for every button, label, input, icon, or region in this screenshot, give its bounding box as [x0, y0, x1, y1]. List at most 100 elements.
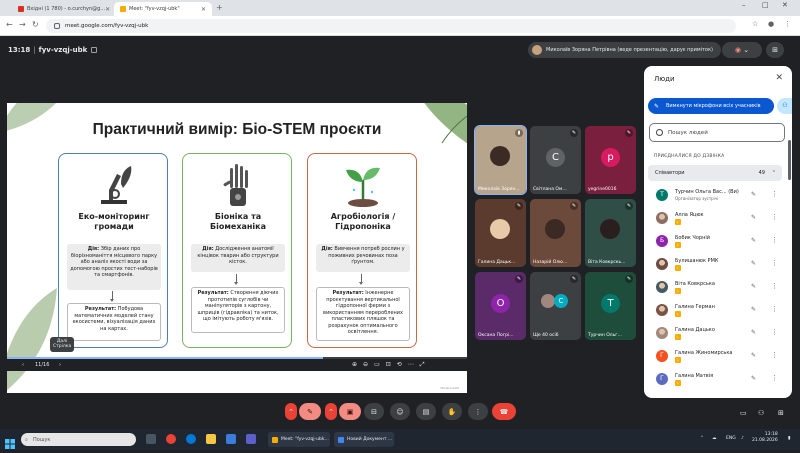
bookmark-star-icon[interactable]: ☆ — [752, 20, 758, 28]
language-indicator[interactable]: ENG — [726, 436, 736, 441]
list-item[interactable]: T Турчин Ольга Вас... (Ви) Організатор зус… — [644, 184, 792, 207]
mic-off-icon[interactable]: ✎ — [751, 237, 756, 244]
activities-icon[interactable]: ⊞ — [778, 409, 784, 417]
menu-kebab-icon[interactable]: ⋮ — [784, 20, 791, 28]
mic-off-icon[interactable]: ✎ — [751, 329, 756, 336]
profile-icon[interactable]: ● — [768, 20, 774, 28]
people-scrollbar[interactable] — [788, 140, 791, 180]
notifications-icon[interactable]: ▮ — [788, 436, 790, 441]
next-slide-button[interactable]: › — [59, 362, 61, 368]
file-explorer-icon[interactable] — [206, 434, 216, 444]
reload-icon[interactable]: ↻ — [32, 20, 39, 29]
minimize-button[interactable]: – — [742, 1, 746, 9]
camera-options-button[interactable]: ⌃ — [325, 403, 337, 420]
list-item[interactable]: Г Галина Жиномирська ✋ ✎ ⋮ — [644, 345, 792, 368]
url-field[interactable]: meet.google.com/fyv-vzqj-ubk — [46, 19, 736, 33]
emoji-button[interactable]: ☺ — [390, 403, 410, 420]
raise-hand-button[interactable]: ✋ — [442, 403, 462, 420]
prev-slide-button[interactable]: ‹ — [22, 362, 24, 368]
mute-all-button[interactable]: ✎ Вимкнути мікрофони всіх учасників — [648, 98, 774, 114]
people-icon[interactable]: ⚇ — [758, 409, 764, 417]
mic-toggle-button[interactable]: ✎ — [299, 403, 321, 420]
store-icon[interactable] — [226, 434, 236, 444]
leave-call-button[interactable]: ☎ — [492, 403, 516, 420]
more-vert-icon[interactable]: ⋮ — [771, 351, 778, 359]
list-item[interactable]: Б Бобик Чорній ✋ ✎ ⋮ — [644, 230, 792, 253]
taskbar-task-document[interactable]: Новий Документ ... — [334, 432, 394, 447]
participant-tile[interactable]: ✎ Назарій Олю... — [530, 199, 581, 267]
list-item[interactable]: Булишанюк РМК ✋ ✎ ⋮ — [644, 253, 792, 276]
participant-tile[interactable]: ▮ Миколаїв Зорян... — [474, 125, 527, 195]
more-vert-icon[interactable]: ⋮ — [771, 259, 778, 267]
tab-gmail[interactable]: Вхідні (1 780) - o.curchyn@g... ✕ — [12, 2, 112, 16]
forward-icon[interactable]: → — [19, 20, 26, 29]
edge-icon[interactable] — [186, 434, 196, 444]
maximize-button[interactable]: □ — [762, 1, 769, 9]
mic-off-icon[interactable]: ✎ — [751, 260, 756, 267]
more-vert-icon[interactable]: ⋮ — [771, 374, 778, 382]
back-icon[interactable]: ← — [6, 20, 13, 29]
zoom-out-icon[interactable]: ⊖ — [363, 361, 374, 368]
taskbar-clock[interactable]: 13:18 21.08.2026 — [752, 432, 778, 444]
list-item[interactable]: Галина Дацько ✋ ✎ ⋮ — [644, 322, 792, 345]
list-item[interactable]: Віта Ковкрська ✋ ✎ ⋮ — [644, 276, 792, 299]
mic-off-icon[interactable]: ✎ — [751, 214, 756, 221]
chrome-icon[interactable] — [166, 434, 176, 444]
participant-tile[interactable]: ✎ Віта Ковкрскь... — [585, 199, 636, 267]
mic-off-icon[interactable]: ✎ — [751, 352, 756, 359]
fullscreen-button[interactable]: ⊞ — [766, 42, 784, 58]
more-vert-icon[interactable]: ⋮ — [771, 236, 778, 244]
expand-icon[interactable]: ⤢ — [420, 361, 431, 368]
window-close-button[interactable]: ✕ — [782, 1, 788, 9]
mic-off-icon[interactable]: ✎ — [751, 306, 756, 313]
participant-tile[interactable]: O ✎ Оксана Погрі... — [475, 272, 526, 340]
more-vert-icon[interactable]: ⋮ — [771, 190, 778, 198]
mic-off-icon[interactable]: ✎ — [751, 375, 756, 382]
more-vert-icon[interactable]: ⋮ — [771, 213, 778, 221]
task-view-icon[interactable] — [146, 434, 156, 444]
tray-chevron-icon[interactable]: ⌃ — [700, 436, 704, 441]
captions-button[interactable]: ▤ — [416, 403, 436, 420]
add-people-button[interactable]: ⚇ — [777, 98, 792, 114]
more-vert-icon[interactable]: ⋮ — [771, 305, 778, 313]
camera-toggle-button[interactable]: ▣ — [339, 403, 361, 420]
taskbar-search-input[interactable]: ⌕ Пошук — [21, 433, 136, 446]
taskbar-task-meet[interactable]: Meet: "fyv-vzqj-ubk... — [268, 432, 330, 447]
teams-icon[interactable] — [246, 434, 256, 444]
participant-tile[interactable]: C ✎ Ще 40 осіб — [530, 272, 581, 340]
zoom-icon[interactable]: ⊕ — [352, 361, 363, 368]
captions-icon[interactable]: ▭ — [374, 361, 386, 368]
present-button[interactable]: ⊟ — [364, 403, 384, 420]
more-vert-icon[interactable]: ⋮ — [771, 328, 778, 336]
participant-tile[interactable]: С ✎ Світлана Ом... — [530, 126, 581, 194]
volume-icon[interactable]: ♪ — [741, 436, 744, 441]
mic-options-button[interactable]: ⌃ — [285, 403, 297, 420]
collaborators-group[interactable]: Співавтори 49 ⌃ — [648, 165, 782, 181]
sync-icon[interactable]: ⟲ — [397, 361, 408, 368]
list-item[interactable]: Галина Герман ✋ ✎ ⋮ — [644, 299, 792, 322]
mic-off-icon[interactable]: ✎ — [751, 191, 756, 198]
search-input[interactable]: Пошук людей — [649, 123, 785, 142]
list-item[interactable]: Г Галина Матвія ✋ ✎ ⋮ — [644, 368, 792, 391]
more-options-button[interactable]: ⋮ — [468, 403, 488, 420]
presenter-chip[interactable]: Миколаїв Зоряна Петрівна (веде презентац… — [528, 42, 721, 58]
mic-off-icon[interactable]: ✎ — [751, 283, 756, 290]
chat-icon[interactable]: ▭ — [740, 409, 747, 417]
new-tab-button[interactable]: + — [216, 3, 223, 12]
list-item[interactable]: Алла Яцюк ✋ ✎ ⋮ — [644, 207, 792, 230]
more-icon[interactable]: ⋯ — [408, 361, 420, 368]
close-icon[interactable]: ✕ — [105, 6, 110, 13]
participant-tile[interactable]: р ✎ yegrine0016 — [585, 126, 636, 194]
copy-icon[interactable] — [91, 47, 98, 53]
close-icon[interactable]: ✕ — [775, 73, 783, 83]
more-vert-icon[interactable]: ⋮ — [771, 282, 778, 290]
participant-tile[interactable]: ✎ Галина Дацьк... — [475, 199, 526, 267]
tray-icon[interactable]: ☁ — [712, 436, 717, 441]
windows-start-icon[interactable] — [5, 434, 15, 449]
participant-tile[interactable]: T ✎ Турчин Ольг... — [585, 272, 636, 340]
fit-icon[interactable]: ⊡ — [386, 361, 397, 368]
tab-meet[interactable]: Meet: "fyv-vzqj-ubk" ✕ — [114, 2, 212, 16]
presentation-controls[interactable]: ◉ ⌄ — [722, 42, 762, 58]
site-info-icon[interactable] — [54, 23, 60, 29]
close-icon[interactable]: ✕ — [201, 6, 206, 13]
